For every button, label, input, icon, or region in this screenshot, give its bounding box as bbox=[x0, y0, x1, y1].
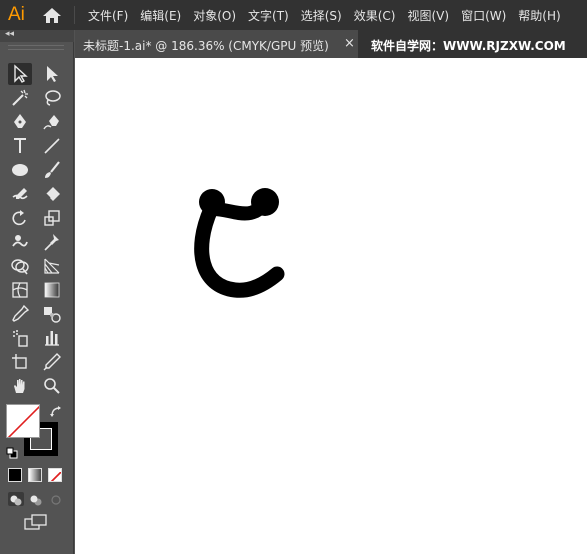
pen-tool[interactable] bbox=[8, 111, 32, 133]
menu-file[interactable]: 文件(F) bbox=[88, 7, 128, 24]
ellipse-tool[interactable] bbox=[8, 159, 32, 181]
menu-divider bbox=[74, 6, 75, 24]
app-logo: Ai bbox=[8, 4, 25, 25]
gradient-icon bbox=[44, 282, 60, 298]
zoom-tool[interactable] bbox=[40, 375, 64, 397]
magic-wand-icon bbox=[12, 89, 28, 106]
artboard-icon bbox=[12, 354, 27, 369]
color-mode-button[interactable] bbox=[8, 468, 22, 482]
line-segment-icon bbox=[44, 138, 60, 154]
draw-inside-button[interactable] bbox=[48, 492, 64, 506]
curve-stroke bbox=[194, 201, 285, 298]
swap-fill-stroke-icon[interactable] bbox=[49, 404, 63, 418]
column-graph-tool[interactable] bbox=[40, 327, 64, 349]
blend-icon bbox=[44, 307, 61, 323]
menu-edit[interactable]: 编辑(E) bbox=[140, 7, 181, 24]
tab-document[interactable]: 未标题-1.ai* @ 186.36% (CMYK/GPU 预览) × bbox=[75, 30, 358, 58]
gradient-tool[interactable] bbox=[40, 279, 64, 301]
lasso-icon bbox=[45, 90, 61, 106]
fill-swatch[interactable] bbox=[6, 404, 40, 438]
collapse-icon[interactable]: ◂◂ bbox=[5, 29, 14, 39]
right-dot bbox=[251, 188, 279, 216]
shape-builder-icon bbox=[11, 259, 29, 275]
paintbrush-tool[interactable] bbox=[40, 159, 64, 181]
blend-tool[interactable] bbox=[40, 303, 64, 325]
curvature-tool[interactable] bbox=[40, 111, 64, 133]
type-tool[interactable] bbox=[8, 135, 32, 157]
hand-icon bbox=[14, 379, 25, 393]
selection-arrow-icon bbox=[14, 64, 28, 83]
shaper-pencil-icon bbox=[12, 188, 28, 200]
eyedropper-icon bbox=[12, 304, 30, 322]
panel-grip[interactable] bbox=[8, 45, 64, 50]
tab-document-label: 未标题-1.ai* @ 186.36% (CMYK/GPU 预览) bbox=[83, 39, 329, 53]
menu-view[interactable]: 视图(V) bbox=[407, 7, 449, 24]
scale-icon bbox=[44, 210, 60, 226]
shaper-tool[interactable] bbox=[8, 183, 32, 205]
selection-tool[interactable] bbox=[8, 63, 32, 85]
left-dot bbox=[199, 189, 225, 215]
menu-object[interactable]: 对象(O) bbox=[193, 7, 236, 24]
puppet-warp-tool[interactable] bbox=[40, 231, 64, 253]
shape-builder-tool[interactable] bbox=[8, 255, 32, 277]
slice-knife-icon bbox=[43, 353, 61, 371]
eraser-tool[interactable] bbox=[40, 183, 64, 205]
eyedropper-tool[interactable] bbox=[8, 303, 32, 325]
pin-icon bbox=[44, 234, 59, 251]
pen-icon bbox=[14, 114, 26, 128]
draw-behind-button[interactable] bbox=[28, 492, 44, 506]
menu-select[interactable]: 选择(S) bbox=[301, 7, 342, 24]
tools-panel: ◂◂ bbox=[0, 29, 74, 554]
menu-type[interactable]: 文字(T) bbox=[248, 7, 289, 24]
type-t-icon bbox=[14, 138, 26, 153]
curvature-pen-icon bbox=[43, 115, 59, 130]
none-slash-icon bbox=[7, 405, 39, 437]
artboard-canvas[interactable] bbox=[75, 58, 587, 554]
document-tabs: 未标题-1.ai* @ 186.36% (CMYK/GPU 预览) × 软件自学… bbox=[75, 30, 587, 58]
warp-tool[interactable] bbox=[8, 231, 32, 253]
hand-tool[interactable] bbox=[8, 375, 32, 397]
rotate-icon bbox=[12, 210, 26, 226]
menu-bar: Ai 文件(F) 编辑(E) 对象(O) 文字(T) 选择(S) 效果(C) 视… bbox=[0, 0, 587, 30]
screen-mode-icon[interactable] bbox=[24, 514, 48, 532]
tools-panel-header: ◂◂ bbox=[0, 29, 74, 42]
line-segment-tool[interactable] bbox=[40, 135, 64, 157]
menu-effect[interactable]: 效果(C) bbox=[354, 7, 396, 24]
perspective-grid-icon bbox=[44, 258, 60, 274]
menu-help[interactable]: 帮助(H) bbox=[518, 7, 560, 24]
artwork-smile-shape[interactable] bbox=[75, 58, 587, 554]
rotate-tool[interactable] bbox=[8, 207, 32, 229]
close-icon[interactable]: × bbox=[344, 36, 355, 51]
direct-selection-tool[interactable] bbox=[40, 63, 64, 85]
slice-tool[interactable] bbox=[40, 351, 64, 373]
main-menu: 文件(F) 编辑(E) 对象(O) 文字(T) 选择(S) 效果(C) 视图(V… bbox=[88, 0, 573, 30]
artboard-tool[interactable] bbox=[8, 351, 32, 373]
magic-wand-tool[interactable] bbox=[8, 87, 32, 109]
eraser-icon bbox=[45, 187, 60, 201]
draw-normal-button[interactable] bbox=[8, 492, 24, 506]
symbol-sprayer-tool[interactable] bbox=[8, 327, 32, 349]
mesh-tool[interactable] bbox=[8, 279, 32, 301]
column-graph-icon bbox=[45, 331, 59, 346]
direct-selection-arrow-icon bbox=[47, 66, 58, 82]
perspective-grid-tool[interactable] bbox=[40, 255, 64, 277]
lasso-tool[interactable] bbox=[40, 87, 64, 109]
ellipse-icon bbox=[12, 164, 28, 176]
tab-watermark[interactable]: 软件自学网：WWW.RJZXW.COM bbox=[371, 37, 566, 54]
warp-icon bbox=[12, 235, 28, 247]
default-fill-stroke-icon[interactable] bbox=[6, 444, 18, 459]
menu-window[interactable]: 窗口(W) bbox=[461, 7, 506, 24]
none-mode-button[interactable] bbox=[48, 468, 62, 482]
scale-tool[interactable] bbox=[40, 207, 64, 229]
symbol-sprayer-icon bbox=[13, 330, 28, 347]
mesh-icon bbox=[12, 282, 28, 298]
zoom-magnifier-icon bbox=[44, 378, 60, 394]
home-icon[interactable] bbox=[42, 7, 62, 24]
gradient-mode-button[interactable] bbox=[28, 468, 42, 482]
paintbrush-icon bbox=[45, 161, 60, 178]
